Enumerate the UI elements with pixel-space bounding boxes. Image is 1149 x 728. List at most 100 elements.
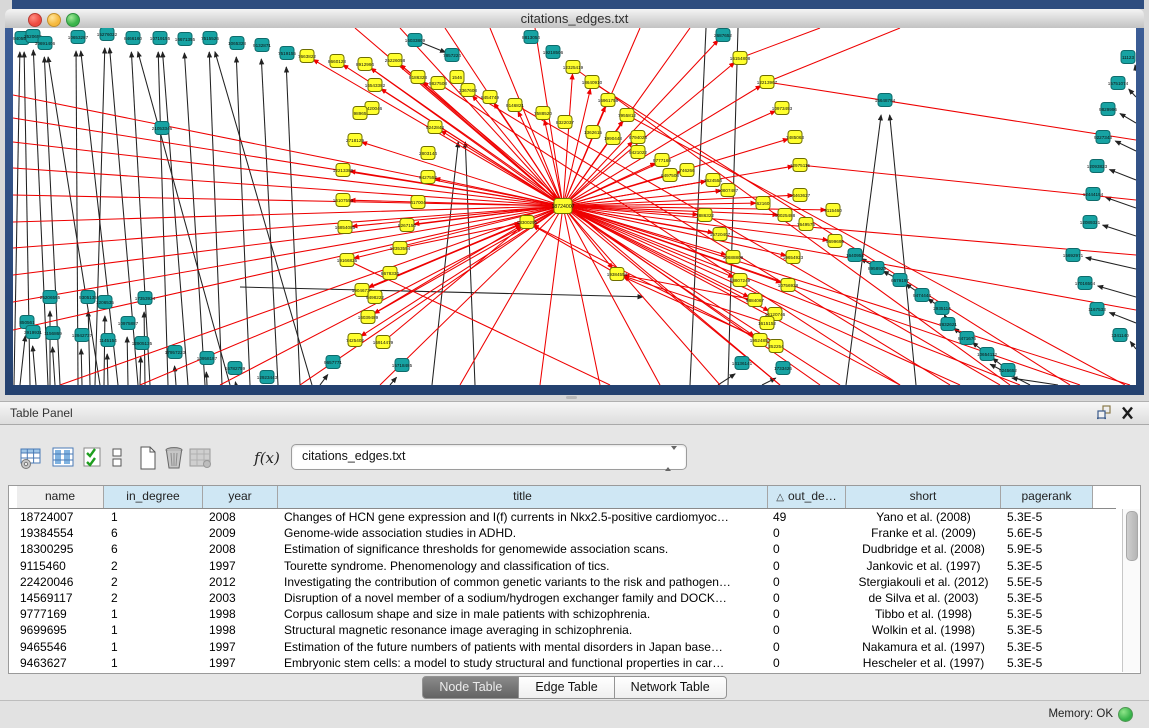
citation-edge-red[interactable] bbox=[13, 206, 563, 330]
graph-node[interactable]: 16782759 bbox=[225, 362, 246, 375]
graph-node[interactable]: 16107553 bbox=[333, 194, 354, 207]
graph-node[interactable]: 30691406 bbox=[35, 37, 56, 50]
citation-edge-red[interactable] bbox=[563, 40, 718, 206]
graph-node[interactable]: 2803144 bbox=[419, 147, 437, 160]
graph-node[interactable]: 1615152 bbox=[758, 317, 776, 330]
function-builder-icon[interactable]: f(x) bbox=[250, 445, 284, 471]
graph-node[interactable]: 9305135 bbox=[79, 291, 97, 304]
graph-node[interactable]: 2935114 bbox=[933, 302, 951, 315]
graph-node[interactable]: 8678334 bbox=[381, 267, 399, 280]
citation-edge-black[interactable] bbox=[390, 377, 396, 385]
graph-node[interactable]: 1341140 bbox=[1111, 329, 1129, 342]
graph-node[interactable]: 8813054 bbox=[522, 31, 540, 44]
citation-edge-black[interactable] bbox=[209, 52, 222, 385]
citation-edge-black[interactable] bbox=[718, 374, 735, 385]
graph-node[interactable]: 10025488 bbox=[775, 209, 796, 222]
graph-node[interactable]: 8454749 bbox=[481, 91, 499, 104]
graph-node[interactable]: 7886322 bbox=[696, 209, 714, 222]
graph-node-hub[interactable]: 18724007 bbox=[551, 199, 574, 214]
citation-edge-black[interactable] bbox=[1110, 313, 1136, 323]
graph-node[interactable]: 16154808 bbox=[730, 52, 751, 65]
graph-node[interactable]: 10975887 bbox=[118, 317, 139, 330]
column-visibility-icon[interactable] bbox=[50, 445, 76, 471]
panel-splitter-handle[interactable] bbox=[566, 396, 577, 399]
graph-node[interactable]: 9245652 bbox=[999, 364, 1017, 377]
graph-node[interactable]: 1145154 bbox=[99, 334, 117, 347]
graph-node[interactable]: 16033809 bbox=[405, 34, 426, 47]
graph-node[interactable]: 10719155 bbox=[150, 32, 171, 45]
citation-edge-red[interactable] bbox=[467, 90, 950, 385]
graph-node[interactable]: 2367608 bbox=[459, 84, 477, 97]
graph-node[interactable]: 25206555 bbox=[40, 291, 61, 304]
graph-node[interactable]: 15751074 bbox=[1108, 77, 1129, 90]
graph-node[interactable]: 7832621 bbox=[939, 318, 957, 331]
graph-node[interactable]: 746266 bbox=[679, 164, 695, 177]
graph-node[interactable]: 12325419 bbox=[563, 61, 584, 74]
table-settings-icon[interactable] bbox=[18, 445, 44, 471]
graph-node[interactable]: 8660128 bbox=[328, 55, 346, 68]
graph-node[interactable]: 10756928 bbox=[778, 279, 799, 292]
citation-edge-black[interactable] bbox=[1103, 225, 1136, 236]
graph-node[interactable]: 8267150 bbox=[398, 219, 416, 232]
graph-node[interactable]: 7663822 bbox=[298, 50, 316, 63]
tab-network-table[interactable]: Network Table bbox=[615, 676, 727, 699]
graph-node[interactable]: 9132871 bbox=[253, 39, 271, 52]
graph-node[interactable]: 9498222 bbox=[366, 291, 384, 304]
table-row[interactable]: 969969511998Structural magnetic resonanc… bbox=[9, 622, 1093, 638]
graph-node[interactable]: 7857224 bbox=[443, 49, 461, 62]
column-header-short[interactable]: short bbox=[846, 486, 1001, 508]
graph-node[interactable]: 9427552 bbox=[419, 171, 437, 184]
graph-node[interactable]: 1206535 bbox=[96, 296, 114, 309]
graph-node[interactable]: 417004 bbox=[410, 196, 426, 209]
graph-node[interactable]: 15276022 bbox=[97, 28, 118, 41]
graph-node[interactable]: 1065328 bbox=[228, 37, 246, 50]
citation-edge-black[interactable] bbox=[184, 53, 205, 385]
graph-node[interactable]: 16648784 bbox=[875, 94, 896, 107]
citation-edge-black[interactable] bbox=[1098, 286, 1136, 297]
citation-edge-black[interactable] bbox=[1115, 141, 1136, 151]
tab-node-table[interactable]: Node Table bbox=[422, 676, 519, 699]
graph-node[interactable]: 8958923 bbox=[868, 262, 886, 275]
graph-node[interactable]: 1640954 bbox=[846, 249, 864, 262]
table-row[interactable]: 1456911722003Disruption of a novel membe… bbox=[9, 590, 1093, 606]
citation-edge-black[interactable] bbox=[14, 52, 20, 385]
graph-node[interactable]: 1733426 bbox=[774, 362, 792, 375]
citation-edge-black[interactable] bbox=[1130, 342, 1136, 349]
citation-edge-black[interactable] bbox=[890, 115, 916, 385]
graph-node[interactable]: 252254 bbox=[768, 340, 784, 353]
citation-edge-red[interactable] bbox=[563, 206, 900, 385]
graph-node[interactable]: 15718485 bbox=[392, 359, 413, 372]
graph-node[interactable]: 7485063 bbox=[786, 131, 804, 144]
graph-node[interactable]: 15720407 bbox=[710, 228, 731, 241]
graph-node[interactable]: 98965 bbox=[353, 107, 367, 120]
citation-edge-black[interactable] bbox=[1086, 258, 1136, 269]
graph-node[interactable]: 6794028 bbox=[629, 131, 647, 144]
citation-edge-red[interactable] bbox=[540, 206, 563, 385]
citation-edge-red[interactable] bbox=[767, 82, 1136, 140]
column-header-title[interactable]: title bbox=[278, 486, 768, 508]
graph-node[interactable]: 10973493 bbox=[772, 102, 793, 115]
table-row[interactable]: 1872400712008Changes of HCN gene express… bbox=[9, 509, 1093, 525]
graph-node[interactable]: 2687652 bbox=[714, 29, 732, 42]
table-row[interactable]: 911546021997Tourette syndrome. Phenomeno… bbox=[9, 558, 1093, 574]
citation-edge-black[interactable] bbox=[728, 28, 738, 385]
graph-node[interactable]: 7515526 bbox=[201, 32, 219, 45]
table-row[interactable]: 1830029562008Estimation of significance … bbox=[9, 541, 1093, 557]
column-header-pagerank[interactable]: pagerank bbox=[1001, 486, 1093, 508]
graph-node[interactable]: 1990448 bbox=[604, 132, 622, 145]
citation-edge-black[interactable] bbox=[20, 336, 25, 385]
tab-edge-table[interactable]: Edge Table bbox=[519, 676, 614, 699]
citation-edge-black[interactable] bbox=[1110, 170, 1136, 180]
citation-edge-black[interactable] bbox=[140, 357, 141, 385]
graph-node[interactable]: 7649575 bbox=[797, 218, 815, 231]
citation-edge-red[interactable] bbox=[400, 223, 520, 248]
table-row[interactable]: 2242004622012Investigating the contribut… bbox=[9, 574, 1093, 590]
graph-node[interactable]: 9242848 bbox=[426, 121, 444, 134]
graph-node[interactable]: 9884067 bbox=[746, 294, 764, 307]
citation-edge-black[interactable] bbox=[1135, 65, 1136, 71]
graph-node[interactable]: 9777169 bbox=[653, 154, 671, 167]
graph-node[interactable]: 3624554 bbox=[704, 174, 722, 187]
citation-edge-black[interactable] bbox=[235, 382, 236, 385]
citation-edge-black[interactable] bbox=[175, 366, 176, 385]
graph-node[interactable]: 9699695 bbox=[826, 235, 844, 248]
